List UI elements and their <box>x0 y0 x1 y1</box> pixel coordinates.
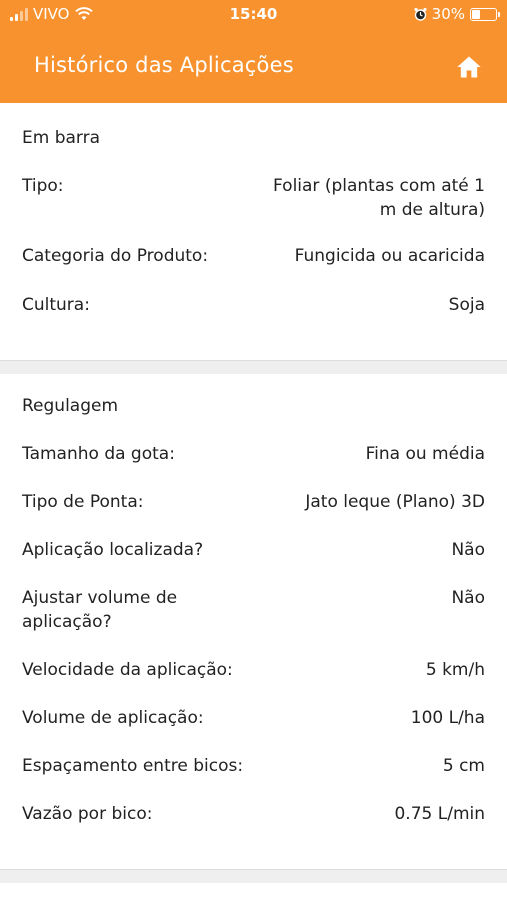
page-title: Histórico das Aplicações <box>34 53 294 77</box>
row-value: Foliar (plantas com até 1 m de altura) <box>273 176 485 220</box>
next-section <box>0 883 507 900</box>
detail-row: Volume de aplicação: 100 L/ha <box>22 706 485 754</box>
row-value: 100 L/ha <box>410 708 485 728</box>
detail-row: Aplicação localizada? Não <box>22 538 485 586</box>
detail-row: Ajustar volume de aplicação? Não <box>22 586 485 658</box>
row-label: Vazão por bico: <box>22 804 153 824</box>
row-label: Categoria do Produto: <box>22 246 209 266</box>
row-label: Espaçamento entre bicos: <box>22 756 244 776</box>
row-value: Não <box>451 540 485 560</box>
row-value: Fina ou média <box>365 444 485 464</box>
row-value: Jato leque (Plano) 3D <box>305 492 485 512</box>
row-label: Tamanho da gota: <box>22 444 175 464</box>
home-icon[interactable] <box>455 53 483 81</box>
battery-percent: 30% <box>431 5 465 23</box>
status-right: 30% <box>414 5 500 23</box>
app-screen: VIVO 15:40 30% Histórico das Aplicações … <box>0 0 507 900</box>
app-header: Histórico das Aplicações <box>0 32 507 103</box>
row-label: Ajustar volume de aplicação? <box>22 588 178 632</box>
detail-row: Velocidade da aplicação: 5 km/h <box>22 658 485 706</box>
row-label: Velocidade da aplicação: <box>22 660 233 680</box>
row-label: Cultura: <box>22 295 90 315</box>
detail-row: Cultura: Soja <box>22 293 485 333</box>
detail-row: Tipo de Ponta: Jato leque (Plano) 3D <box>22 490 485 538</box>
section-title: Em barra <box>22 128 101 148</box>
section-em-barra: Em barra Tipo: Foliar (plantas com até 1… <box>0 103 507 360</box>
status-bar: VIVO 15:40 30% <box>0 0 507 32</box>
row-label: Aplicação localizada? <box>22 540 204 560</box>
detail-row: Tamanho da gota: Fina ou média <box>22 442 485 490</box>
detail-row: Categoria do Produto: Fungicida ou acari… <box>22 244 485 293</box>
top-bar: VIVO 15:40 30% Histórico das Aplicações <box>0 0 507 103</box>
section-divider <box>0 869 507 883</box>
row-value: 5 km/h <box>425 660 485 680</box>
row-label: Volume de aplicação: <box>22 708 204 728</box>
section-title: Regulagem <box>22 396 119 416</box>
battery-fill <box>472 9 480 19</box>
row-value: Não <box>451 588 485 608</box>
detail-row: Espaçamento entre bicos: 5 cm <box>22 754 485 802</box>
row-value: Fungicida ou acaricida <box>294 246 485 266</box>
battery-icon <box>470 7 500 21</box>
section-regulagem: Regulagem Tamanho da gota: Fina ou média… <box>0 374 507 869</box>
row-label: Tipo de Ponta: <box>22 492 144 512</box>
row-label: Tipo: <box>22 176 64 196</box>
section-divider <box>0 360 507 374</box>
row-value: 0.75 L/min <box>394 804 485 824</box>
detail-row: Tipo: Foliar (plantas com até 1 m de alt… <box>22 174 485 244</box>
row-value: 5 cm <box>442 756 485 776</box>
row-value: Soja <box>448 295 485 315</box>
detail-row: Vazão por bico: 0.75 L/min <box>22 802 485 842</box>
alarm-clock-icon <box>414 7 427 21</box>
